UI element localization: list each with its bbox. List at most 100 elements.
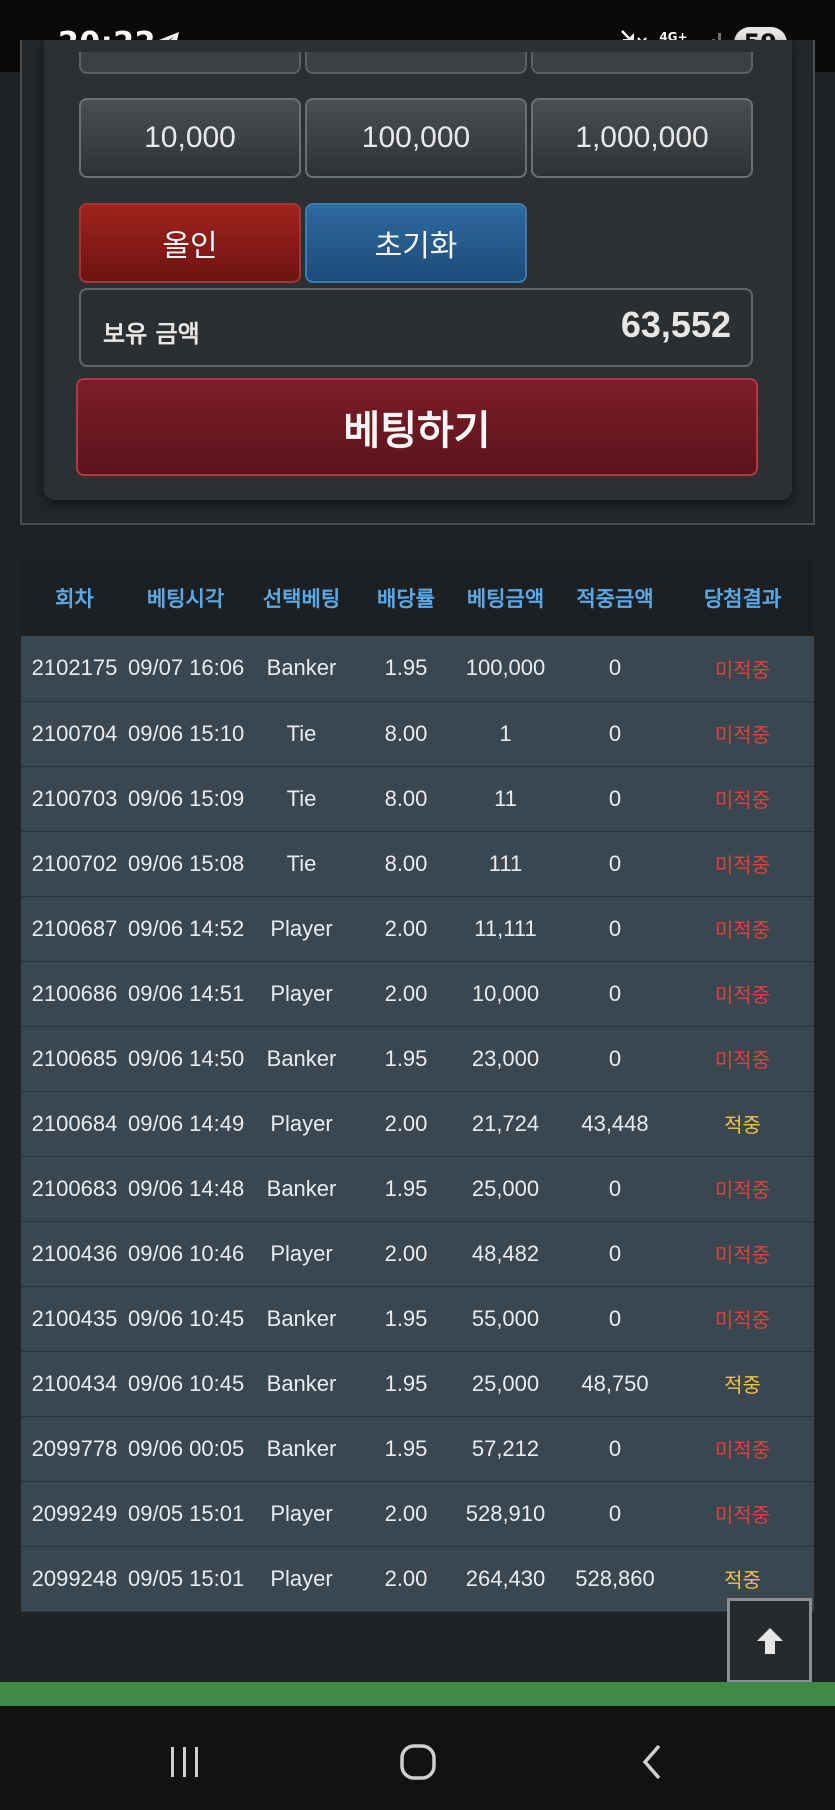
- table-row: 2100702 09/06 15:08 Tie 8.00 111 0 미적중: [21, 831, 814, 896]
- back-icon: [642, 1744, 661, 1780]
- table-row: 2100683 09/06 14:48 Banker 1.95 25,000 0 미적중: [21, 1156, 814, 1221]
- cell-bet-amount: 1: [499, 720, 512, 746]
- cell-bet-time: 09/06 14:49: [128, 1110, 245, 1136]
- table-row: 2102175 09/07 16:06 Banker 1.95 100,000 0 미적중: [21, 636, 814, 701]
- header-round: 회차: [55, 587, 94, 611]
- cell-bet-amount: 23,000: [471, 1045, 540, 1071]
- allin-button[interactable]: 올인: [79, 203, 301, 283]
- cell-bet-amount: 48,482: [471, 1240, 540, 1266]
- cell-result: 미적중: [714, 1438, 771, 1462]
- cell-bet-amount: 57,212: [471, 1435, 540, 1461]
- back-button[interactable]: [622, 1742, 682, 1782]
- cell-result: 적중: [724, 1373, 761, 1397]
- cell-result: 미적중: [714, 918, 771, 942]
- header-bet-time: 베팅시각: [146, 587, 225, 611]
- recent-apps-button[interactable]: [155, 1742, 215, 1782]
- cell-bet-amount: 100,000: [465, 655, 546, 681]
- cell-bet-amount: 25,000: [471, 1175, 540, 1201]
- cell-round: 2100686: [31, 980, 118, 1006]
- chip-button-partial[interactable]: [531, 52, 753, 74]
- cell-round: 2099248: [31, 1565, 118, 1591]
- footer-accent-bar: [0, 1682, 835, 1706]
- amount-100000-button[interactable]: 100,000: [305, 98, 527, 178]
- cell-round: 2100685: [31, 1045, 118, 1071]
- cell-bet-time: 09/06 15:10: [128, 720, 245, 746]
- cell-round: 2099249: [31, 1500, 118, 1526]
- cell-odds: 8.00: [384, 850, 428, 876]
- cell-round: 2099778: [31, 1435, 118, 1461]
- cell-bet-time: 09/06 15:08: [128, 850, 245, 876]
- arrow-up-icon: [756, 1627, 783, 1654]
- chip-button-partial[interactable]: [305, 52, 527, 74]
- scroll-to-top-button[interactable]: [727, 1598, 812, 1683]
- cell-result: 미적중: [714, 1503, 771, 1527]
- cell-result: 미적중: [714, 1178, 771, 1202]
- cell-bet-time: 09/06 14:50: [128, 1045, 245, 1071]
- table-row: 2100703 09/06 15:09 Tie 8.00 11 0 미적중: [21, 766, 814, 831]
- table-row: 2099248 09/05 15:01 Player 2.00 264,430 528,8…: [21, 1546, 814, 1611]
- cell-result: 적중: [724, 1113, 761, 1137]
- cell-bet-amount: 264,430: [465, 1565, 546, 1591]
- place-bet-button[interactable]: 베팅하기: [76, 378, 758, 476]
- cell-win-amount: 0: [608, 850, 622, 876]
- cell-odds: 2.00: [384, 1110, 428, 1136]
- cell-selection: Banker: [266, 1435, 337, 1461]
- cell-result: 미적중: [714, 1243, 771, 1267]
- cell-odds: 2.00: [384, 980, 428, 1006]
- header-selection: 선택베팅: [262, 587, 341, 611]
- cell-round: 2100704: [31, 720, 118, 746]
- cell-odds: 2.00: [384, 1500, 428, 1526]
- cell-selection: Player: [270, 1110, 333, 1136]
- cell-win-amount: 0: [608, 915, 622, 941]
- cell-result: 미적중: [714, 788, 771, 812]
- cell-win-amount: 0: [608, 720, 622, 746]
- cell-selection: Banker: [266, 1175, 337, 1201]
- balance-value: 63,552: [620, 304, 731, 345]
- cell-bet-time: 09/06 10:46: [128, 1240, 245, 1266]
- cell-selection: Tie: [286, 720, 317, 746]
- cell-bet-amount: 55,000: [471, 1305, 540, 1331]
- recent-apps-icon: [171, 1747, 198, 1777]
- cell-odds: 1.95: [384, 655, 428, 681]
- header-result: 당첨결과: [703, 587, 782, 611]
- table-header-row: 회차 베팅시각 선택베팅 배당률 베팅금액 적중금액 당첨결과: [21, 560, 814, 636]
- cell-bet-time: 09/06 14:51: [128, 980, 245, 1006]
- table-row: 2100684 09/06 14:49 Player 2.00 21,724 43,448…: [21, 1091, 814, 1156]
- cell-result: 미적중: [714, 723, 771, 747]
- cell-odds: 8.00: [384, 720, 428, 746]
- cell-selection: Tie: [286, 850, 317, 876]
- cell-bet-time: 09/06 15:09: [128, 785, 245, 811]
- cell-odds: 1.95: [384, 1370, 428, 1396]
- amount-10000-button[interactable]: 10,000: [79, 98, 301, 178]
- cell-result: 미적중: [714, 983, 771, 1007]
- cell-round: 2100687: [31, 915, 118, 941]
- table-row: 2099778 09/06 00:05 Banker 1.95 57,212 0 미적중: [21, 1416, 814, 1481]
- reset-button[interactable]: 초기화: [305, 203, 527, 283]
- cell-win-amount: 0: [608, 1175, 622, 1201]
- cell-selection: Player: [270, 915, 333, 941]
- cell-selection: Tie: [286, 785, 317, 811]
- header-bet-amount: 베팅금액: [466, 587, 545, 611]
- cell-odds: 2.00: [384, 915, 428, 941]
- cell-win-amount: 48,750: [581, 1370, 649, 1396]
- cell-result: 미적중: [714, 1308, 771, 1332]
- cell-bet-time: 09/07 16:06: [128, 655, 245, 681]
- cell-round: 2100435: [31, 1305, 118, 1331]
- cell-bet-amount: 10,000: [471, 980, 540, 1006]
- cell-result: 미적중: [714, 1048, 771, 1072]
- cell-win-amount: 0: [608, 1500, 622, 1526]
- header-win-amount: 적중금액: [576, 587, 654, 611]
- home-icon: [400, 1744, 436, 1780]
- cell-bet-time: 09/06 10:45: [128, 1370, 245, 1396]
- cell-bet-amount: 21,724: [471, 1110, 540, 1136]
- cell-bet-time: 09/06 00:05: [128, 1435, 245, 1461]
- home-button[interactable]: [388, 1742, 448, 1782]
- chip-button-partial[interactable]: [79, 52, 301, 74]
- cell-bet-time: 09/05 15:01: [128, 1565, 245, 1591]
- amount-1000000-button[interactable]: 1,000,000: [531, 98, 753, 178]
- cell-round: 2100702: [31, 850, 118, 876]
- table-row: 2100435 09/06 10:45 Banker 1.95 55,000 0 미적중: [21, 1286, 814, 1351]
- cell-odds: 8.00: [384, 785, 428, 811]
- cell-selection: Player: [270, 1500, 333, 1526]
- cell-win-amount: 528,860: [575, 1565, 655, 1591]
